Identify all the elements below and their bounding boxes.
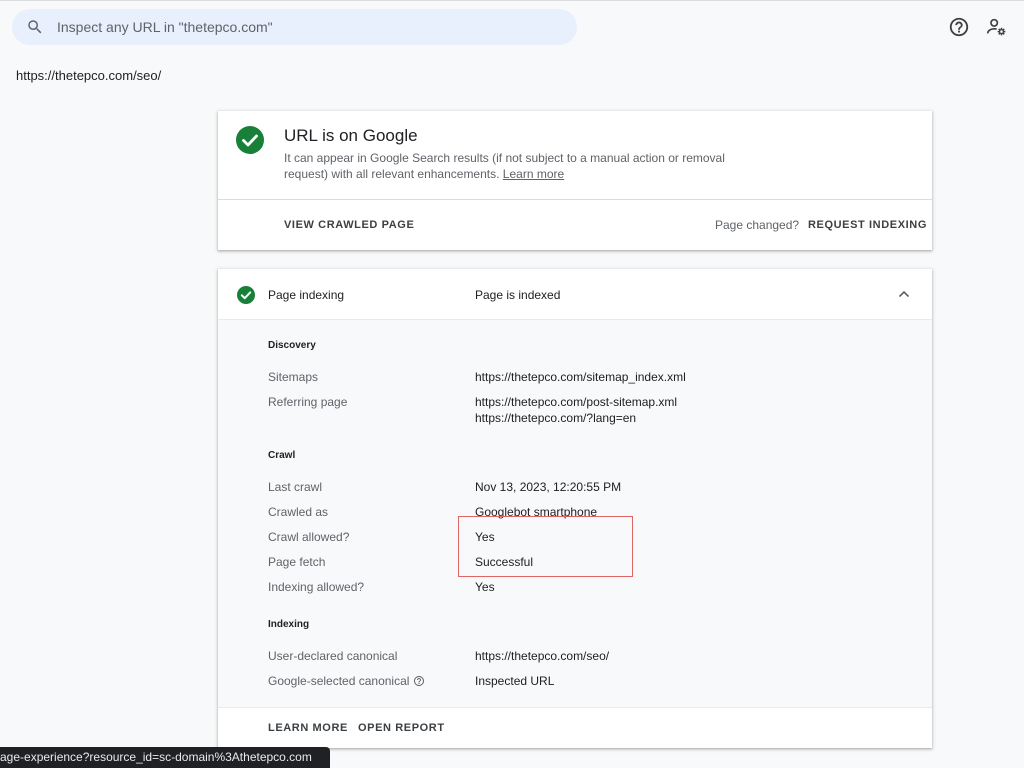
crawl-heading: Crawl <box>268 450 296 461</box>
crawled-as-label: Crawled as <box>268 505 329 519</box>
referring-page-label: Referring page <box>268 395 348 409</box>
indexing-heading: Indexing <box>268 619 310 630</box>
page-fetch-label: Page fetch <box>268 555 326 569</box>
last-crawl-label: Last crawl <box>268 480 323 494</box>
google-selected-canonical-label: Google-selected canonical <box>268 674 425 688</box>
page-indexing-header[interactable]: Page indexing Page is indexed <box>218 269 932 320</box>
check-circle-icon <box>236 126 264 154</box>
help-icon[interactable] <box>948 16 970 38</box>
indexing-allowed-label: Indexing allowed? <box>268 580 365 594</box>
sitemaps-value: https://thetepco.com/sitemap_index.xml <box>475 370 686 384</box>
referring-page-value: https://thetepco.com/?lang=en <box>475 411 637 425</box>
url-status-card: URL is on Google It can appear in Google… <box>218 111 932 250</box>
inspected-url: https://thetepco.com/seo/ <box>16 68 162 83</box>
browser-status-bar: age-experience?resource_id=sc-domain%3At… <box>0 747 330 768</box>
sitemaps-label: Sitemaps <box>268 370 319 384</box>
google-selected-canonical-value: Inspected URL <box>475 674 555 688</box>
search-icon <box>28 20 42 34</box>
last-crawl-value: Nov 13, 2023, 12:20:55 PM <box>475 480 622 494</box>
search-input[interactable] <box>57 9 557 45</box>
user-declared-canonical-label: User-declared canonical <box>268 649 398 663</box>
page-changed-label: Page changed? <box>715 218 800 232</box>
manage-accounts-icon[interactable] <box>985 16 1007 38</box>
top-bar <box>0 0 1024 56</box>
google-selected-canonical-text: Google-selected canonical <box>268 674 410 688</box>
user-declared-canonical-value: https://thetepco.com/seo/ <box>475 649 610 663</box>
highlight-annotation <box>458 516 633 577</box>
crawl-allowed-label: Crawl allowed? <box>268 530 350 544</box>
chevron-up-icon[interactable] <box>897 287 911 301</box>
view-crawled-page-button[interactable]: VIEW CRAWLED PAGE <box>284 219 414 231</box>
page-indexing-status: Page is indexed <box>475 288 561 302</box>
status-description: It can appear in Google Search results (… <box>284 150 734 182</box>
learn-more-link[interactable]: Learn more <box>503 167 564 181</box>
indexing-allowed-value: Yes <box>475 580 495 594</box>
referring-page-value: https://thetepco.com/post-sitemap.xml <box>475 395 678 409</box>
page-indexing-card: Page indexing Page is indexed Discovery … <box>218 269 932 748</box>
check-circle-icon <box>237 286 255 304</box>
learn-more-button[interactable]: LEARN MORE <box>268 722 348 734</box>
divider <box>218 199 932 200</box>
status-title: URL is on Google <box>284 126 418 145</box>
request-indexing-button[interactable]: REQUEST INDEXING <box>808 219 927 231</box>
help-icon[interactable] <box>413 675 425 687</box>
url-inspection-search[interactable] <box>12 9 577 45</box>
page-indexing-label: Page indexing <box>268 288 345 302</box>
open-report-button[interactable]: OPEN REPORT <box>358 722 445 734</box>
discovery-heading: Discovery <box>268 340 316 351</box>
page-indexing-details: Discovery Sitemaps https://thetepco.com/… <box>218 320 932 707</box>
